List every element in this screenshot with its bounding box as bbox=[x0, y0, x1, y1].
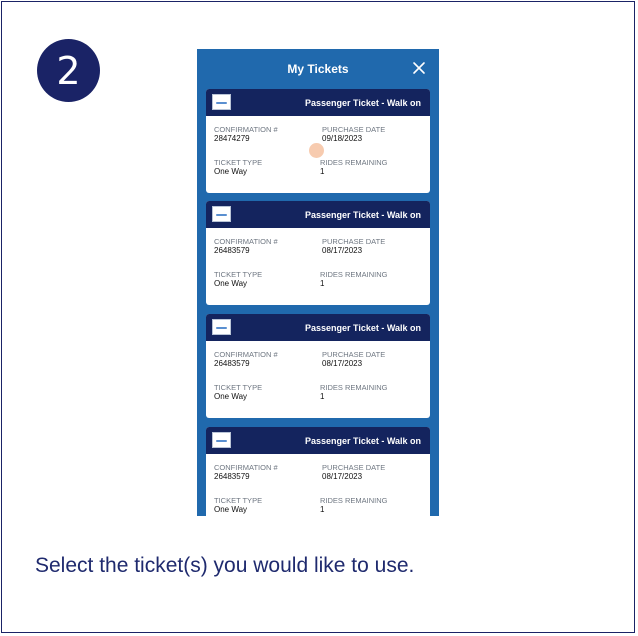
ticket-title: Passenger Ticket - Walk on bbox=[304, 209, 421, 220]
purchase-date-value: 08/17/2023 bbox=[322, 472, 363, 481]
instruction-caption: Select the ticket(s) you would like to u… bbox=[35, 554, 415, 577]
purchase-date-value: 08/17/2023 bbox=[322, 246, 363, 255]
purchase-date-value: 08/17/2023 bbox=[322, 359, 363, 368]
confirmation-label: CONFIRMATION # bbox=[214, 463, 278, 472]
ferry-logo-icon bbox=[212, 319, 231, 335]
purchase-date-label: PURCHASE DATE bbox=[322, 463, 386, 472]
confirmation-value: 28474279 bbox=[214, 134, 250, 143]
rides-remaining-label: RIDES REMAINING bbox=[320, 383, 388, 392]
ticket-header: Passenger Ticket - Walk on bbox=[206, 89, 430, 116]
ferry-logo-icon bbox=[212, 94, 231, 110]
rides-remaining-label: RIDES REMAINING bbox=[320, 270, 388, 279]
modal-header: My Tickets bbox=[197, 49, 439, 89]
ferry-logo-icon bbox=[212, 432, 231, 448]
ticket-card[interactable]: Passenger Ticket - Walk on CONFIRMATION … bbox=[206, 427, 430, 516]
modal-title: My Tickets bbox=[287, 62, 349, 76]
ticket-header: Passenger Ticket - Walk on bbox=[206, 201, 430, 228]
ticket-title: Passenger Ticket - Walk on bbox=[304, 435, 421, 446]
confirmation-value: 26483579 bbox=[214, 359, 250, 368]
ticket-header: Passenger Ticket - Walk on bbox=[206, 314, 430, 341]
rides-remaining-value: 1 bbox=[320, 392, 325, 401]
ticket-type-value: One Way bbox=[214, 392, 248, 401]
confirmation-value: 26483579 bbox=[214, 472, 250, 481]
ticket-type-value: One Way bbox=[214, 167, 248, 176]
purchase-date-label: PURCHASE DATE bbox=[322, 125, 386, 134]
phone-screen: My Tickets Passenger Ticket - Walk on CO… bbox=[197, 49, 439, 516]
ferry-logo-icon bbox=[212, 206, 231, 222]
rides-remaining-label: RIDES REMAINING bbox=[320, 158, 388, 167]
purchase-date-value: 09/18/2023 bbox=[322, 134, 363, 143]
ticket-type-label: TICKET TYPE bbox=[214, 270, 263, 279]
ticket-type-label: TICKET TYPE bbox=[214, 383, 263, 392]
ticket-type-value: One Way bbox=[214, 279, 248, 288]
purchase-date-label: PURCHASE DATE bbox=[322, 350, 386, 359]
confirmation-value: 26483579 bbox=[214, 246, 250, 255]
rides-remaining-value: 1 bbox=[320, 167, 325, 176]
ticket-type-label: TICKET TYPE bbox=[214, 496, 263, 505]
tap-indicator bbox=[309, 143, 324, 158]
confirmation-label: CONFIRMATION # bbox=[214, 125, 278, 134]
ticket-card[interactable]: Passenger Ticket - Walk on CONFIRMATION … bbox=[206, 89, 430, 193]
ticket-header: Passenger Ticket - Walk on bbox=[206, 427, 430, 454]
ticket-type-value: One Way bbox=[214, 505, 248, 514]
ticket-card[interactable]: Passenger Ticket - Walk on CONFIRMATION … bbox=[206, 201, 430, 305]
ticket-type-label: TICKET TYPE bbox=[214, 158, 263, 167]
close-icon[interactable] bbox=[411, 60, 427, 76]
step-number-badge: 2 bbox=[37, 39, 100, 102]
ticket-title: Passenger Ticket - Walk on bbox=[304, 322, 421, 333]
ticket-title: Passenger Ticket - Walk on bbox=[304, 97, 421, 108]
rides-remaining-label: RIDES REMAINING bbox=[320, 496, 388, 505]
confirmation-label: CONFIRMATION # bbox=[214, 237, 278, 246]
purchase-date-label: PURCHASE DATE bbox=[322, 237, 386, 246]
confirmation-label: CONFIRMATION # bbox=[214, 350, 278, 359]
rides-remaining-value: 1 bbox=[320, 279, 325, 288]
ticket-card[interactable]: Passenger Ticket - Walk on CONFIRMATION … bbox=[206, 314, 430, 418]
rides-remaining-value: 1 bbox=[320, 505, 325, 514]
